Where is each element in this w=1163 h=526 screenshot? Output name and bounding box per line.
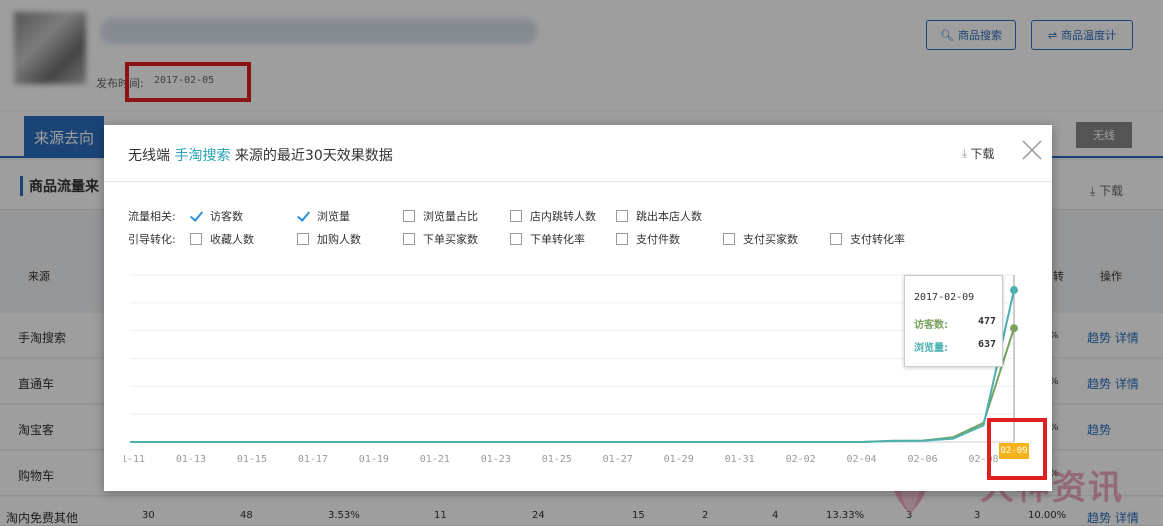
checkbox-label: 跳出本店人数: [636, 210, 702, 223]
chart-tooltip: 2017-02-09 访客数: 477 浏览量: 637: [904, 275, 1003, 367]
x-tick-label: 01-19: [359, 454, 389, 465]
checkbox-unchecked-icon[interactable]: [510, 210, 522, 222]
close-icon[interactable]: [1020, 138, 1044, 162]
x-tick-label: 01-17: [298, 454, 328, 465]
title-suffix: 来源的最近30天效果数据: [234, 148, 393, 164]
modal-header: 无线端 手淘搜索 来源的最近30天效果数据 ⤓ 下载: [104, 125, 1052, 182]
x-tick-label: 02-06: [907, 454, 937, 465]
filter-checkbox-3[interactable]: 浏览量占比: [403, 208, 478, 224]
filter-checkbox-4[interactable]: 下单转化率: [510, 231, 585, 247]
filter-checkbox-5[interactable]: 支付件数: [616, 231, 680, 247]
series-line-2: [130, 289, 1015, 443]
checkbox-label: 浏览量: [317, 210, 350, 223]
tooltip-pageviews-label: 浏览量:: [914, 343, 948, 354]
download-icon: ⤓: [962, 146, 968, 160]
x-tick-label: 02-02: [786, 454, 816, 465]
checkbox-label: 访客数: [210, 210, 243, 223]
filter-checkbox-4[interactable]: 店内跳转人数: [510, 208, 596, 224]
modal-download-link[interactable]: ⤓ 下载: [962, 145, 994, 162]
series-point-2: [1010, 286, 1018, 295]
trend-chart: 01-11 01-13 01-15 01-17 01-19 01-21 01-23 01-25…: [124, 274, 1018, 465]
x-tick-label: 01-11: [124, 454, 145, 465]
filter-checkbox-3[interactable]: 下单买家数: [403, 231, 478, 247]
tooltip-visitors-label: 访客数:: [914, 320, 948, 331]
checkbox-label: 下单转化率: [530, 233, 585, 246]
checkbox-checked-icon[interactable]: [297, 210, 309, 222]
checkbox-label: 浏览量占比: [423, 210, 478, 223]
filter-checkbox-1[interactable]: 收藏人数: [190, 231, 254, 247]
tooltip-date: 2017-02-09: [914, 292, 975, 303]
annotation-box-tick: [987, 418, 1047, 480]
checkbox-unchecked-icon[interactable]: [190, 233, 202, 245]
checkbox-unchecked-icon[interactable]: [723, 233, 735, 245]
checkbox-label: 支付件数: [636, 233, 680, 246]
modal-title: 无线端 手淘搜索 来源的最近30天效果数据: [128, 145, 393, 165]
x-tick-label: 01-27: [603, 454, 633, 465]
title-source: 手淘搜索: [174, 148, 231, 164]
checkbox-label: 收藏人数: [210, 233, 254, 246]
checkbox-label: 支付转化率: [850, 233, 905, 246]
x-tick-label: 02-04: [847, 454, 877, 465]
filter-checkbox-1[interactable]: 访客数: [190, 208, 243, 224]
x-tick-label: 01-15: [237, 454, 267, 465]
filter-checkbox-7[interactable]: 支付转化率: [830, 231, 905, 247]
filter-checkbox-6[interactable]: 支付买家数: [723, 231, 798, 247]
tooltip-pageviews-value: 637: [977, 339, 996, 350]
conversion-filter-label: 引导转化:: [128, 233, 176, 246]
series-point-1: [1010, 324, 1018, 333]
checkbox-label: 加购人数: [317, 233, 361, 246]
checkbox-unchecked-icon[interactable]: [297, 233, 309, 245]
checkbox-label: 店内跳转人数: [530, 210, 596, 223]
x-tick-label: 01-23: [481, 454, 511, 465]
filter-checkbox-2[interactable]: 浏览量: [297, 208, 350, 224]
filter-checkbox-5[interactable]: 跳出本店人数: [616, 208, 702, 224]
tooltip-visitors-value: 477: [977, 316, 996, 327]
checkbox-unchecked-icon[interactable]: [616, 233, 628, 245]
x-tick-label: 01-25: [542, 454, 572, 465]
tooltip-pageviews: 浏览量: 637: [914, 339, 996, 354]
modal-download-label: 下载: [970, 147, 995, 161]
tooltip-visitors: 访客数: 477: [914, 316, 996, 331]
x-tick-label: 01-29: [664, 454, 694, 465]
title-prefix: 无线端: [128, 148, 170, 164]
checkbox-label: 下单买家数: [423, 233, 478, 246]
checkbox-unchecked-icon[interactable]: [830, 233, 842, 245]
x-tick-label: 01-21: [420, 454, 450, 465]
x-tick-label: 01-31: [725, 454, 755, 465]
x-tick-label: 01-13: [176, 454, 206, 465]
checkbox-unchecked-icon[interactable]: [403, 210, 415, 222]
checkbox-unchecked-icon[interactable]: [616, 210, 628, 222]
checkbox-checked-icon[interactable]: [190, 210, 202, 222]
trend-modal: 无线端 手淘搜索 来源的最近30天效果数据 ⤓ 下载 流量相关: 引导转化: 访…: [104, 125, 1052, 491]
series-line-1: [130, 327, 1015, 443]
checkbox-label: 支付买家数: [743, 233, 798, 246]
filter-checkbox-2[interactable]: 加购人数: [297, 231, 361, 247]
checkbox-unchecked-icon[interactable]: [403, 233, 415, 245]
checkbox-unchecked-icon[interactable]: [510, 233, 522, 245]
traffic-filter-label: 流量相关:: [128, 210, 176, 223]
